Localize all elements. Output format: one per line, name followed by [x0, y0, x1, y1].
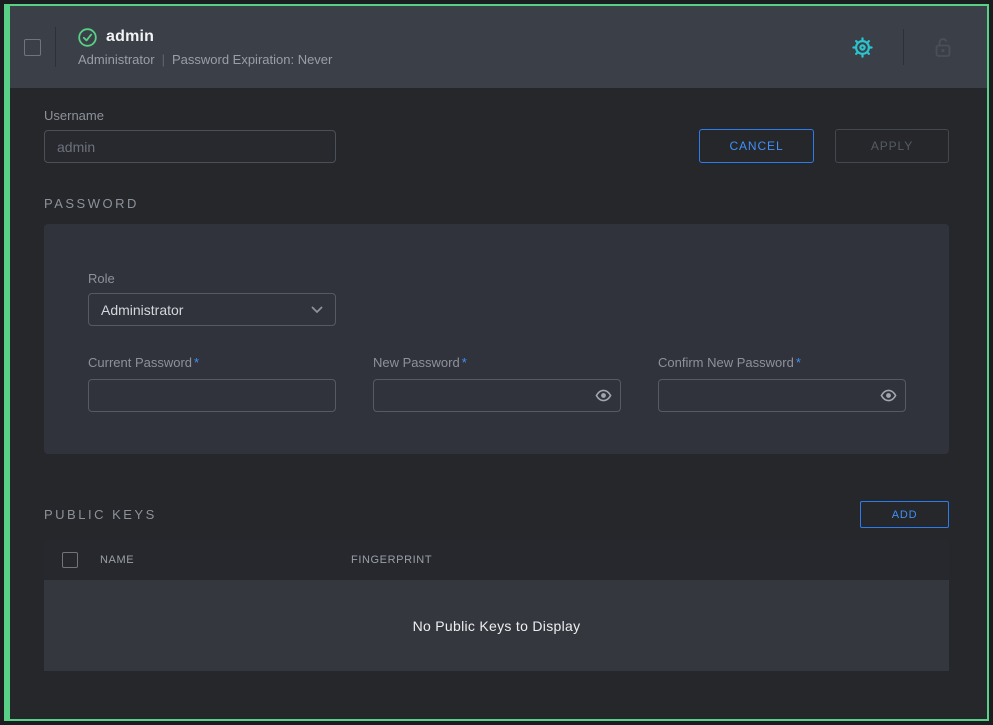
status-check-circle-icon [78, 28, 97, 47]
cancel-button[interactable]: CANCEL [699, 129, 814, 163]
required-marker: * [796, 355, 801, 370]
user-subtitle: Administrator|Password Expiration: Never [78, 52, 332, 67]
chevron-down-icon [311, 306, 323, 314]
select-all-keys-checkbox[interactable] [62, 552, 78, 568]
new-password-input[interactable] [373, 379, 621, 412]
user-role: Administrator [78, 52, 155, 67]
lock-icon[interactable] [933, 36, 953, 58]
column-header-name: NAME [100, 554, 351, 566]
public-keys-table: NAME FINGERPRINT No Public Keys to Displ… [44, 540, 949, 671]
password-fields-row: Current Password* New Password* [88, 354, 906, 412]
subtitle-separator: | [155, 52, 172, 67]
username-row: Username CANCEL APPLY [44, 108, 949, 163]
public-keys-heading: PUBLIC KEYS [44, 507, 157, 522]
role-label: Role [88, 271, 906, 286]
header-divider [903, 29, 904, 65]
settings-gear-icon[interactable] [851, 36, 874, 59]
show-password-eye-icon[interactable] [595, 387, 612, 404]
empty-message: No Public Keys to Display [413, 618, 581, 634]
password-card: Role Administrator Current Password* [44, 224, 949, 454]
user-header: admin Administrator|Password Expiration:… [10, 6, 987, 88]
username-label: Username [44, 108, 336, 123]
screen: admin Administrator|Password Expiration:… [0, 0, 993, 725]
user-summary: admin Administrator|Password Expiration:… [78, 28, 332, 67]
role-select[interactable]: Administrator [88, 293, 336, 326]
public-keys-table-header: NAME FINGERPRINT [44, 540, 949, 580]
required-marker: * [462, 355, 467, 370]
current-password-input[interactable] [88, 379, 336, 412]
column-header-fingerprint: FINGERPRINT [351, 554, 432, 566]
new-password-label: New Password [373, 355, 460, 370]
user-detail-panel: admin Administrator|Password Expiration:… [4, 4, 989, 721]
user-title: admin [106, 28, 154, 46]
public-keys-header: PUBLIC KEYS ADD [44, 501, 949, 528]
confirm-password-input[interactable] [658, 379, 906, 412]
show-password-eye-icon[interactable] [880, 387, 897, 404]
required-marker: * [194, 355, 199, 370]
header-divider [55, 27, 56, 67]
add-public-key-button[interactable]: ADD [860, 501, 949, 528]
password-section-heading: PASSWORD [44, 196, 949, 211]
confirm-password-label: Confirm New Password [658, 355, 794, 370]
public-keys-empty-row: No Public Keys to Display [44, 580, 949, 671]
username-input[interactable] [44, 130, 336, 163]
current-password-label: Current Password [88, 355, 192, 370]
apply-button[interactable]: APPLY [835, 129, 949, 163]
role-select-value: Administrator [101, 302, 183, 318]
password-expiration: Password Expiration: Never [172, 52, 332, 67]
user-edit-form: Username CANCEL APPLY PASSWORD Role Admi… [10, 108, 987, 671]
select-user-checkbox[interactable] [24, 39, 41, 56]
